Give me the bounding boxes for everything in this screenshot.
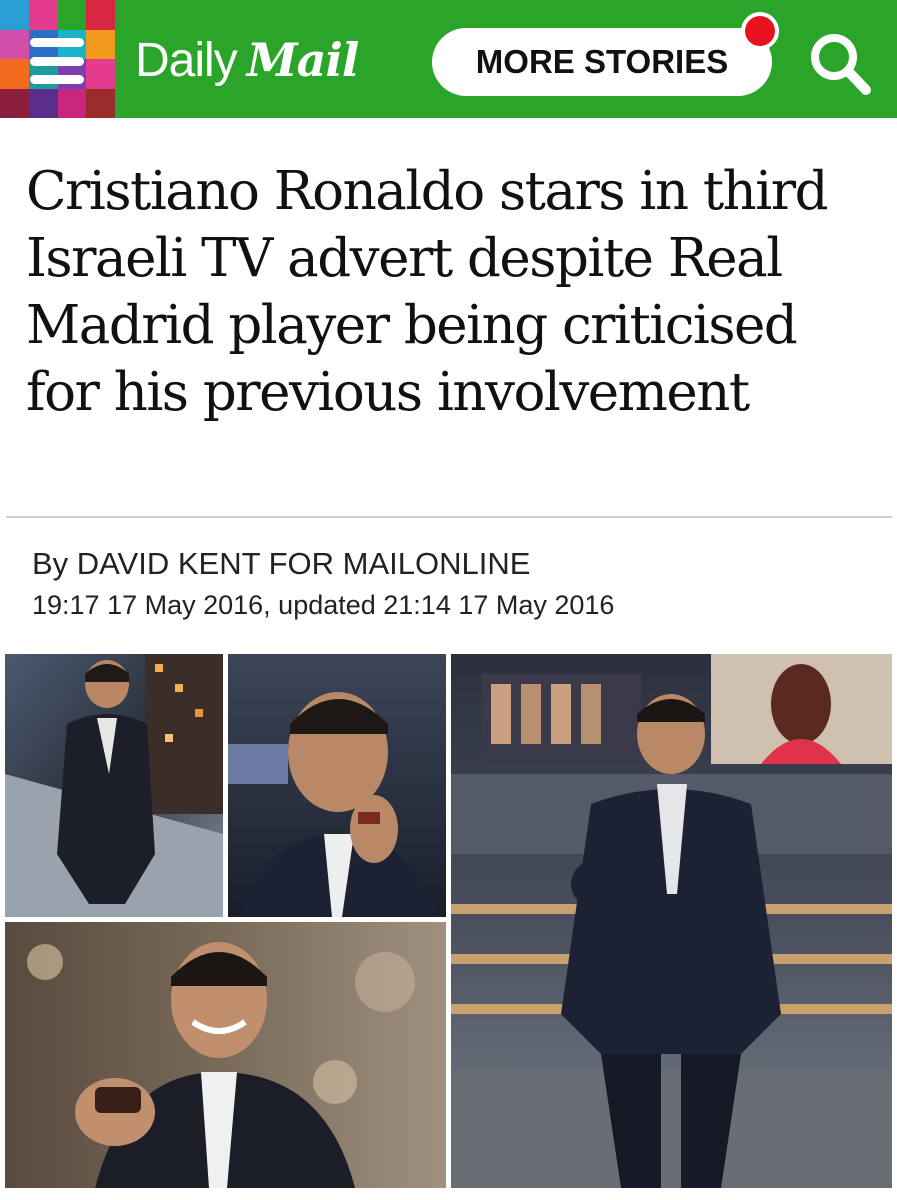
more-stories-label: MORE STORIES (475, 43, 729, 80)
menu-button[interactable] (0, 0, 115, 118)
headline-divider (6, 516, 892, 518)
top-header-bar: Daily Mail MORE STORIES (0, 0, 897, 118)
article-byline: By DAVID KENT FOR MAILONLINE (32, 546, 531, 581)
ronaldo-closeup-photo[interactable] (228, 654, 446, 917)
search-icon[interactable] (804, 28, 874, 98)
daily-mail-logo[interactable]: Daily Mail (135, 22, 360, 98)
article-dateline: 19:17 17 May 2016, updated 21:14 17 May … (32, 590, 615, 620)
ronaldo-smiling-photo[interactable] (5, 922, 446, 1188)
hamburger-menu-icon (30, 38, 84, 84)
article-headline: Cristiano Ronaldo stars in third Israeli… (26, 161, 829, 423)
logo-daily-text: Daily (135, 33, 238, 87)
ronaldo-rooftop-photo[interactable] (5, 654, 223, 917)
ronaldo-studio-photo[interactable] (451, 654, 892, 1188)
more-stories-button[interactable]: MORE STORIES (432, 28, 772, 96)
notification-dot-icon (741, 12, 779, 50)
logo-mail-text: Mail (246, 33, 360, 87)
